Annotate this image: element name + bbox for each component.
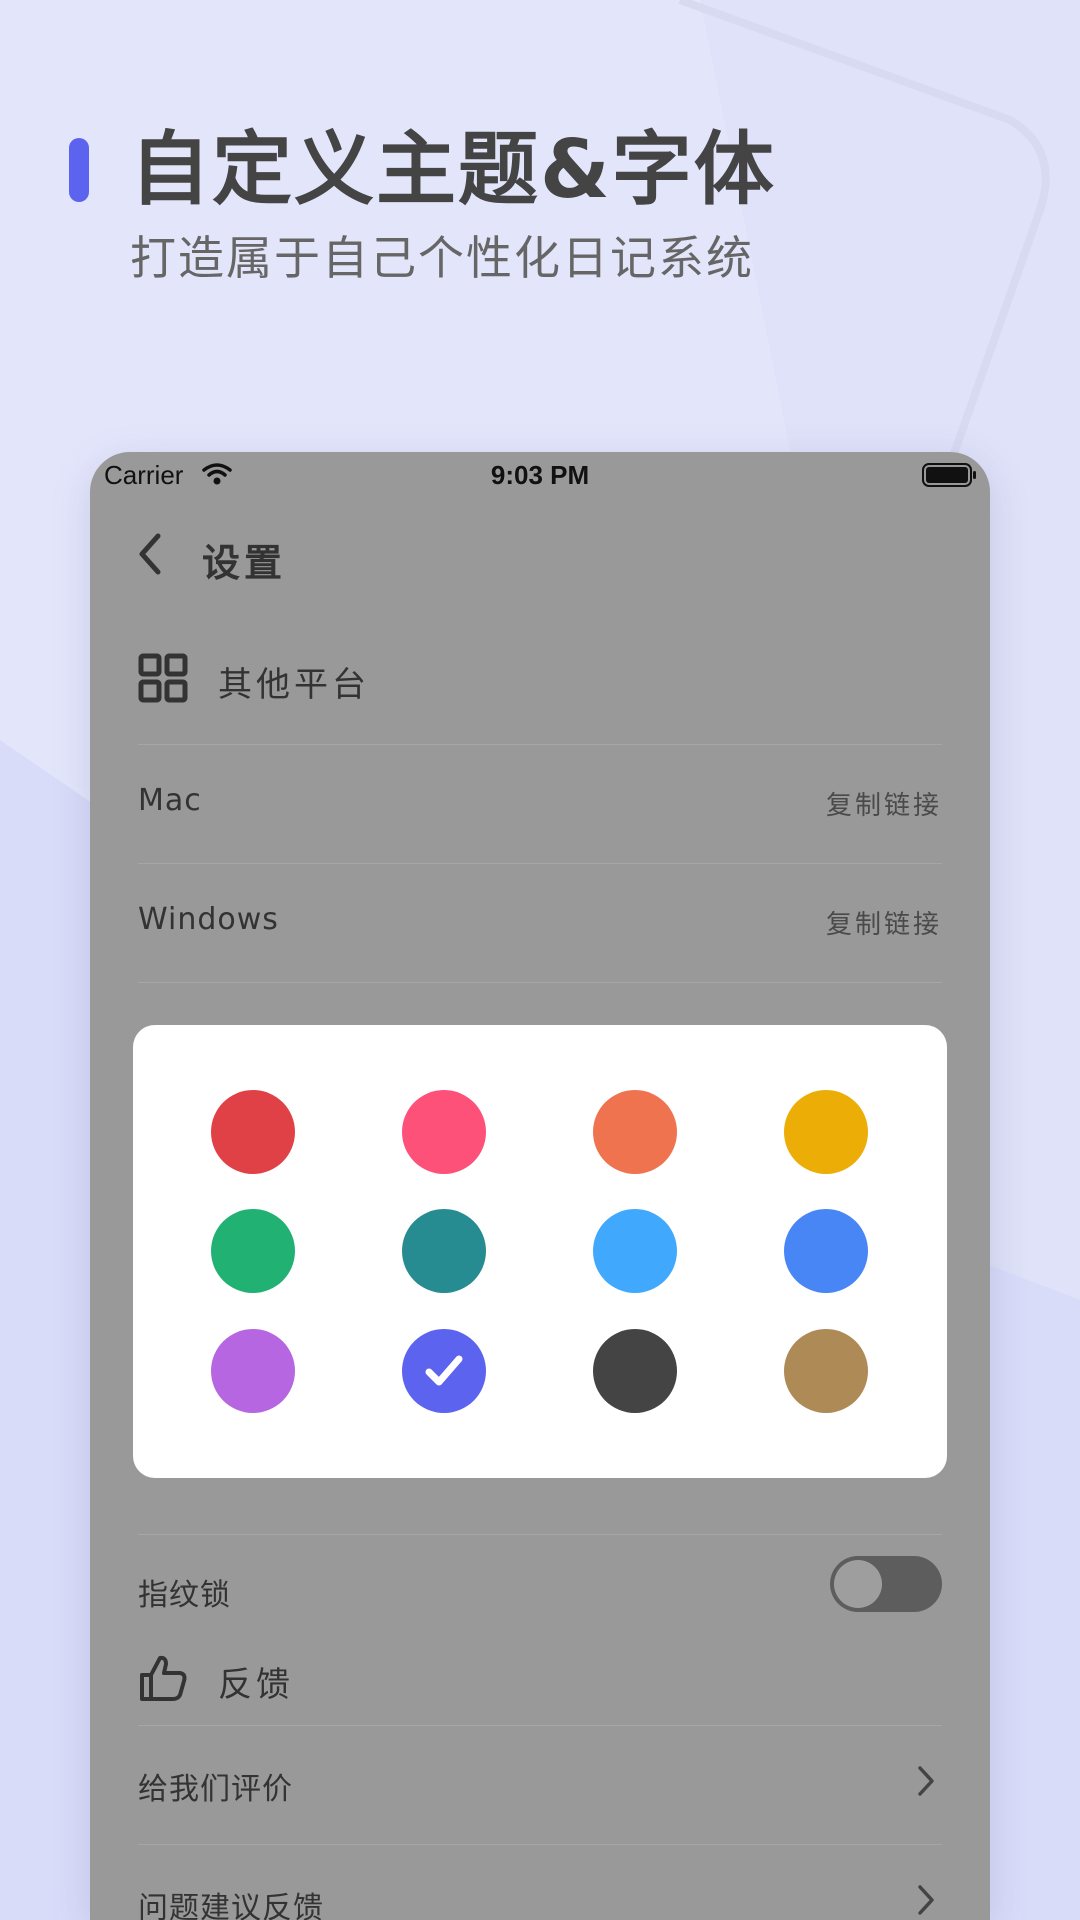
section-header-feedback: 反馈 bbox=[138, 1637, 942, 1727]
row-label: Mac bbox=[138, 783, 202, 818]
status-bar: Carrier 9:03 PM bbox=[90, 452, 990, 500]
color-swatch[interactable] bbox=[593, 1090, 677, 1174]
color-swatch[interactable] bbox=[211, 1329, 295, 1413]
chevron-left-icon[interactable] bbox=[134, 530, 164, 578]
divider bbox=[138, 1534, 942, 1535]
toggle-knob bbox=[834, 1560, 882, 1608]
row-label: 给我们评价 bbox=[138, 1772, 293, 1807]
divider bbox=[138, 982, 942, 983]
color-swatch[interactable] bbox=[784, 1329, 868, 1413]
list-item-feedback[interactable]: 问题建议反馈 bbox=[138, 1844, 942, 1920]
row-label: Windows bbox=[138, 902, 279, 937]
page-title: 设置 bbox=[202, 541, 287, 585]
row-label: 指纹锁 bbox=[138, 1578, 231, 1613]
color-swatch[interactable] bbox=[211, 1209, 295, 1293]
color-swatch[interactable] bbox=[402, 1209, 486, 1293]
promo-title: 自定义主题&字体 bbox=[130, 123, 776, 216]
promo-subtitle: 打造属于自己个性化日记系统 bbox=[130, 231, 754, 285]
status-time: 9:03 PM bbox=[490, 460, 590, 490]
section-title: 反馈 bbox=[218, 1665, 294, 1705]
list-item-fingerprint-lock: 指纹锁 bbox=[138, 1532, 942, 1650]
copy-link-button[interactable]: 复制链接 bbox=[826, 785, 942, 822]
checkmark-icon bbox=[425, 1355, 463, 1386]
battery-icon bbox=[922, 463, 976, 487]
theme-color-picker bbox=[133, 1025, 947, 1478]
color-swatch[interactable] bbox=[593, 1209, 677, 1293]
thumbs-up-icon bbox=[140, 1655, 187, 1701]
fingerprint-lock-toggle[interactable] bbox=[830, 1556, 942, 1612]
color-swatch[interactable] bbox=[402, 1090, 486, 1174]
row-label: 问题建议反馈 bbox=[138, 1891, 324, 1920]
list-item-mac: Mac 复制链接 bbox=[138, 744, 942, 863]
promo-accent-bar bbox=[69, 138, 89, 202]
nav-bar: 设置 bbox=[90, 512, 990, 602]
list-item-windows: Windows 复制链接 bbox=[138, 863, 942, 982]
color-swatch[interactable] bbox=[784, 1209, 868, 1293]
section-title: 其他平台 bbox=[218, 665, 370, 705]
color-swatch[interactable] bbox=[402, 1329, 486, 1413]
chevron-right-icon bbox=[918, 1766, 934, 1796]
section-header-platforms: 其他平台 bbox=[138, 637, 942, 727]
color-swatch[interactable] bbox=[784, 1090, 868, 1174]
grid-icon bbox=[138, 653, 188, 703]
copy-link-button[interactable]: 复制链接 bbox=[826, 904, 942, 941]
chevron-right-icon bbox=[918, 1885, 934, 1915]
color-swatch[interactable] bbox=[593, 1329, 677, 1413]
color-swatch[interactable] bbox=[211, 1090, 295, 1174]
list-item-rate-us[interactable]: 给我们评价 bbox=[138, 1725, 942, 1844]
